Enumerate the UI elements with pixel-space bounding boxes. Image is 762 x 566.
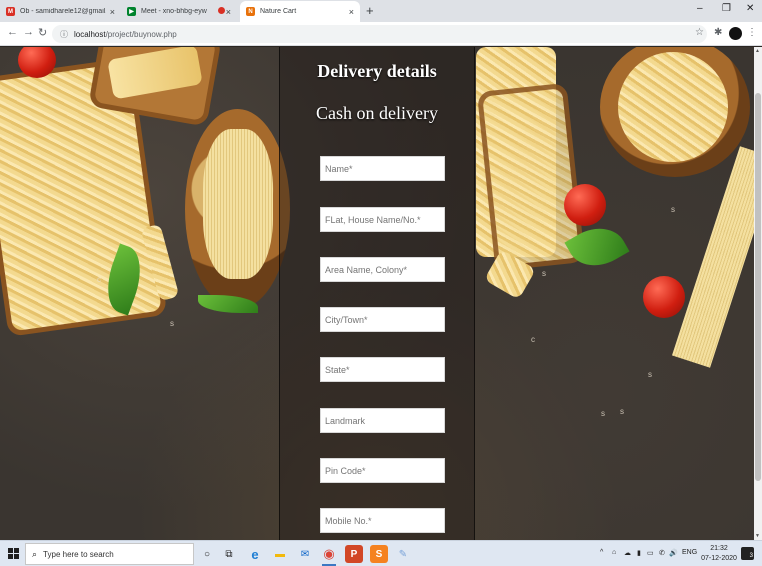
windows-start-icon[interactable]	[8, 548, 19, 559]
state-field[interactable]	[320, 357, 445, 382]
tray-volume-icon[interactable]: 🔊	[669, 549, 678, 557]
tray-onedrive-icon[interactable]: ☁	[624, 549, 631, 557]
tray-battery-icon[interactable]: ▭	[647, 549, 654, 557]
background-spaghetti	[671, 146, 754, 368]
page-viewport: c s c s s s s s Delivery details Cash on…	[0, 47, 754, 540]
search-icon: ⌕	[32, 548, 38, 559]
browser-toolbar: ← → ↻ ⓘ localhost/project/buynow.php ☆ ✱…	[0, 22, 762, 46]
recording-icon	[218, 7, 225, 14]
close-icon[interactable]: ×	[349, 7, 354, 17]
pin-code-field[interactable]	[320, 458, 445, 483]
tray-people-icon[interactable]: ⌂	[612, 549, 616, 556]
url-path: /project/buynow.php	[105, 29, 177, 39]
search-placeholder: Type here to search	[43, 549, 114, 559]
powerpoint-icon[interactable]: P	[345, 545, 363, 563]
language-indicator[interactable]: ENG	[682, 549, 697, 556]
url-host: localhost	[74, 29, 106, 39]
chrome-icon[interactable]: ◉	[320, 545, 338, 566]
browser-tab-strip: M Ob - samidharele12@gmail.com × ▶ Meet …	[0, 0, 762, 22]
bookmark-star-icon[interactable]: ☆	[695, 27, 704, 38]
new-tab-button[interactable]: +	[366, 3, 374, 18]
address-bar[interactable]: ⓘ localhost/project/buynow.php	[52, 25, 707, 43]
cortana-icon[interactable]: ○	[198, 545, 216, 563]
tray-mic-icon[interactable]: ▮	[637, 549, 641, 557]
meet-icon: ▶	[127, 7, 136, 16]
landmark-field[interactable]	[320, 408, 445, 433]
profile-avatar[interactable]	[729, 27, 742, 40]
background-speck: s	[648, 370, 652, 379]
tab-title: Meet - xno-bhbg-eyw	[141, 8, 207, 15]
tray-chevron-icon[interactable]: ^	[600, 549, 603, 556]
edge-icon[interactable]: e	[246, 545, 264, 563]
mail-icon[interactable]: ✉	[296, 545, 314, 563]
house-number-field[interactable]	[320, 207, 445, 232]
background-speck: s	[601, 409, 605, 418]
site-icon: N	[246, 7, 255, 16]
tray-network-icon[interactable]: ✆	[659, 549, 665, 557]
clock-date: 07-12-2020	[701, 555, 737, 562]
close-icon[interactable]: ×	[226, 7, 231, 17]
page-title: Delivery details	[317, 61, 437, 81]
windows-taskbar: ⌕ Type here to search ○ ⧉ e ▬ ✉ ◉ P S ✎ …	[0, 540, 762, 566]
background-speck: c	[531, 335, 535, 344]
background-speck: c	[97, 275, 101, 284]
mobile-number-field[interactable]	[320, 508, 445, 533]
background-tomato	[564, 184, 606, 226]
background-speck: s	[170, 319, 174, 328]
reload-icon[interactable]: ↻	[38, 26, 47, 39]
window-close-button[interactable]: ✕	[746, 3, 754, 14]
forward-icon[interactable]: →	[23, 26, 34, 38]
scroll-down-icon[interactable]: ▼	[755, 533, 760, 539]
background-tomato	[643, 276, 685, 318]
background-bowl	[185, 109, 290, 309]
menu-icon[interactable]: ⋮	[747, 27, 757, 38]
city-field[interactable]	[320, 307, 445, 332]
background-speck: s	[620, 407, 624, 416]
gmail-icon: M	[6, 7, 15, 16]
close-icon[interactable]: ×	[110, 7, 115, 17]
clock-time: 21:32	[710, 545, 728, 552]
tab-title: Ob - samidharele12@gmail.com	[20, 8, 106, 15]
sublime-icon[interactable]: S	[370, 545, 388, 563]
scroll-up-icon[interactable]: ▲	[755, 48, 760, 54]
tab-nature-cart[interactable]: N Nature Cart ×	[240, 1, 360, 22]
background-speck: s	[671, 205, 675, 214]
notification-count: 3	[749, 553, 753, 559]
paint-icon[interactable]: ✎	[394, 545, 412, 563]
background-bowl	[600, 47, 750, 177]
background-speck: s	[542, 269, 546, 278]
tab-title: Nature Cart	[260, 8, 297, 15]
minimize-button[interactable]: –	[697, 3, 703, 14]
scrollbar-thumb[interactable]	[755, 93, 761, 481]
payment-method-heading: Cash on delivery	[316, 103, 438, 123]
delivery-form-panel: Delivery details Cash on delivery	[279, 47, 475, 540]
notification-center-icon[interactable]: 3	[741, 547, 754, 560]
taskbar-search-box[interactable]: ⌕ Type here to search	[25, 543, 194, 565]
task-view-icon[interactable]: ⧉	[220, 545, 238, 563]
extensions-icon[interactable]: ✱	[714, 27, 722, 38]
name-field[interactable]	[320, 156, 445, 181]
info-icon[interactable]: ⓘ	[60, 29, 68, 40]
back-icon[interactable]: ←	[7, 26, 18, 38]
file-explorer-icon[interactable]: ▬	[271, 545, 289, 563]
taskbar-clock[interactable]: 21:32 07-12-2020	[697, 544, 741, 564]
area-field[interactable]	[320, 257, 445, 282]
tab-gmail[interactable]: M Ob - samidharele12@gmail.com ×	[0, 1, 121, 22]
maximize-button[interactable]: ❐	[722, 3, 731, 14]
page-scrollbar[interactable]: ▲ ▼	[754, 47, 762, 540]
